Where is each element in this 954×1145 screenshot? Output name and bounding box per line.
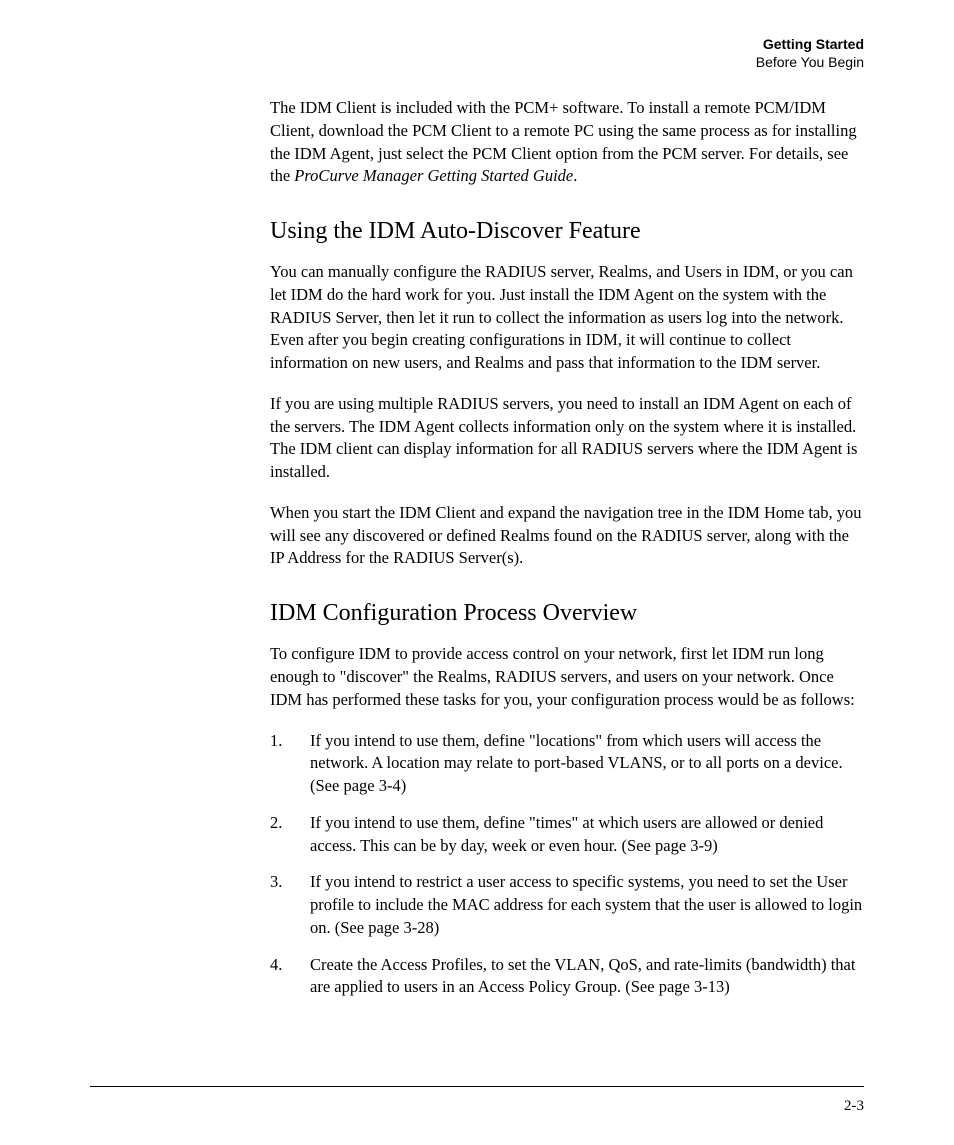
intro-text-after: .: [573, 166, 577, 185]
section1-p3: When you start the IDM Client and expand…: [270, 502, 864, 570]
section1-p2: If you are using multiple RADIUS servers…: [270, 393, 864, 484]
list-item: Create the Access Profiles, to set the V…: [270, 954, 864, 1000]
section1-p1: You can manually configure the RADIUS se…: [270, 261, 864, 375]
header-section: Before You Begin: [270, 54, 864, 72]
header-chapter: Getting Started: [270, 36, 864, 54]
section2-heading: IDM Configuration Process Overview: [270, 600, 864, 627]
list-item: If you intend to use them, define "times…: [270, 812, 864, 858]
running-header: Getting Started Before You Begin: [270, 36, 864, 71]
page-number: 2-3: [844, 1098, 864, 1115]
list-item: If you intend to restrict a user access …: [270, 871, 864, 939]
list-item: If you intend to use them, define "locat…: [270, 730, 864, 798]
footer-rule: [90, 1086, 864, 1087]
intro-italic: ProCurve Manager Getting Started Guide: [294, 166, 573, 185]
section2-p1: To configure IDM to provide access contr…: [270, 643, 864, 711]
intro-paragraph: The IDM Client is included with the PCM+…: [270, 97, 864, 188]
steps-list: If you intend to use them, define "locat…: [270, 730, 864, 1000]
section1-heading: Using the IDM Auto-Discover Feature: [270, 218, 864, 245]
